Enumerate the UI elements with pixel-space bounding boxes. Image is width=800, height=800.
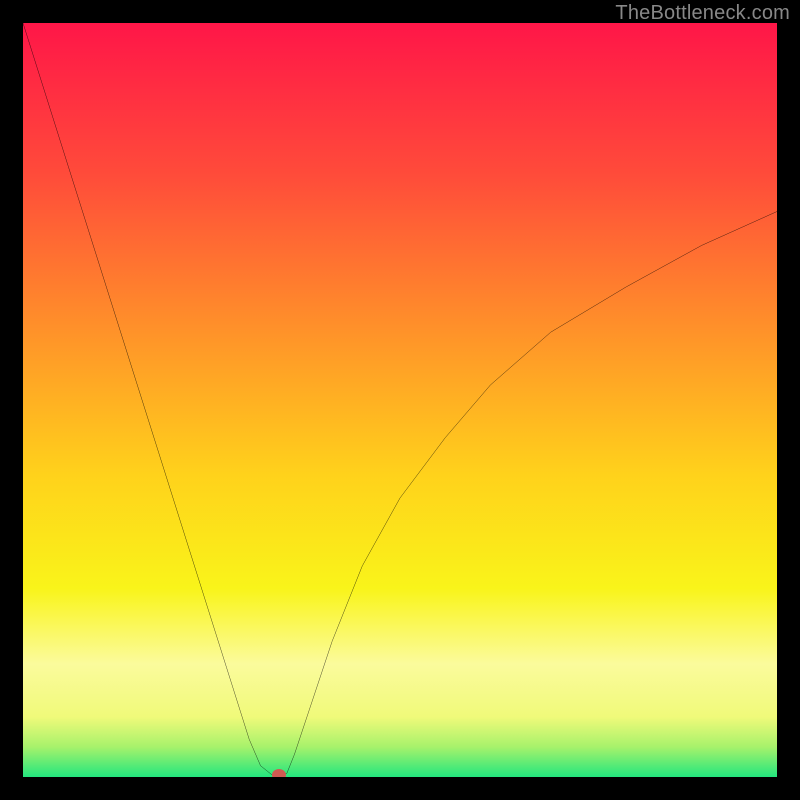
watermark: TheBottleneck.com [615, 2, 790, 25]
plot-area [23, 23, 777, 777]
bottleneck-curve [23, 23, 777, 777]
chart-frame: TheBottleneck.com [0, 0, 800, 800]
